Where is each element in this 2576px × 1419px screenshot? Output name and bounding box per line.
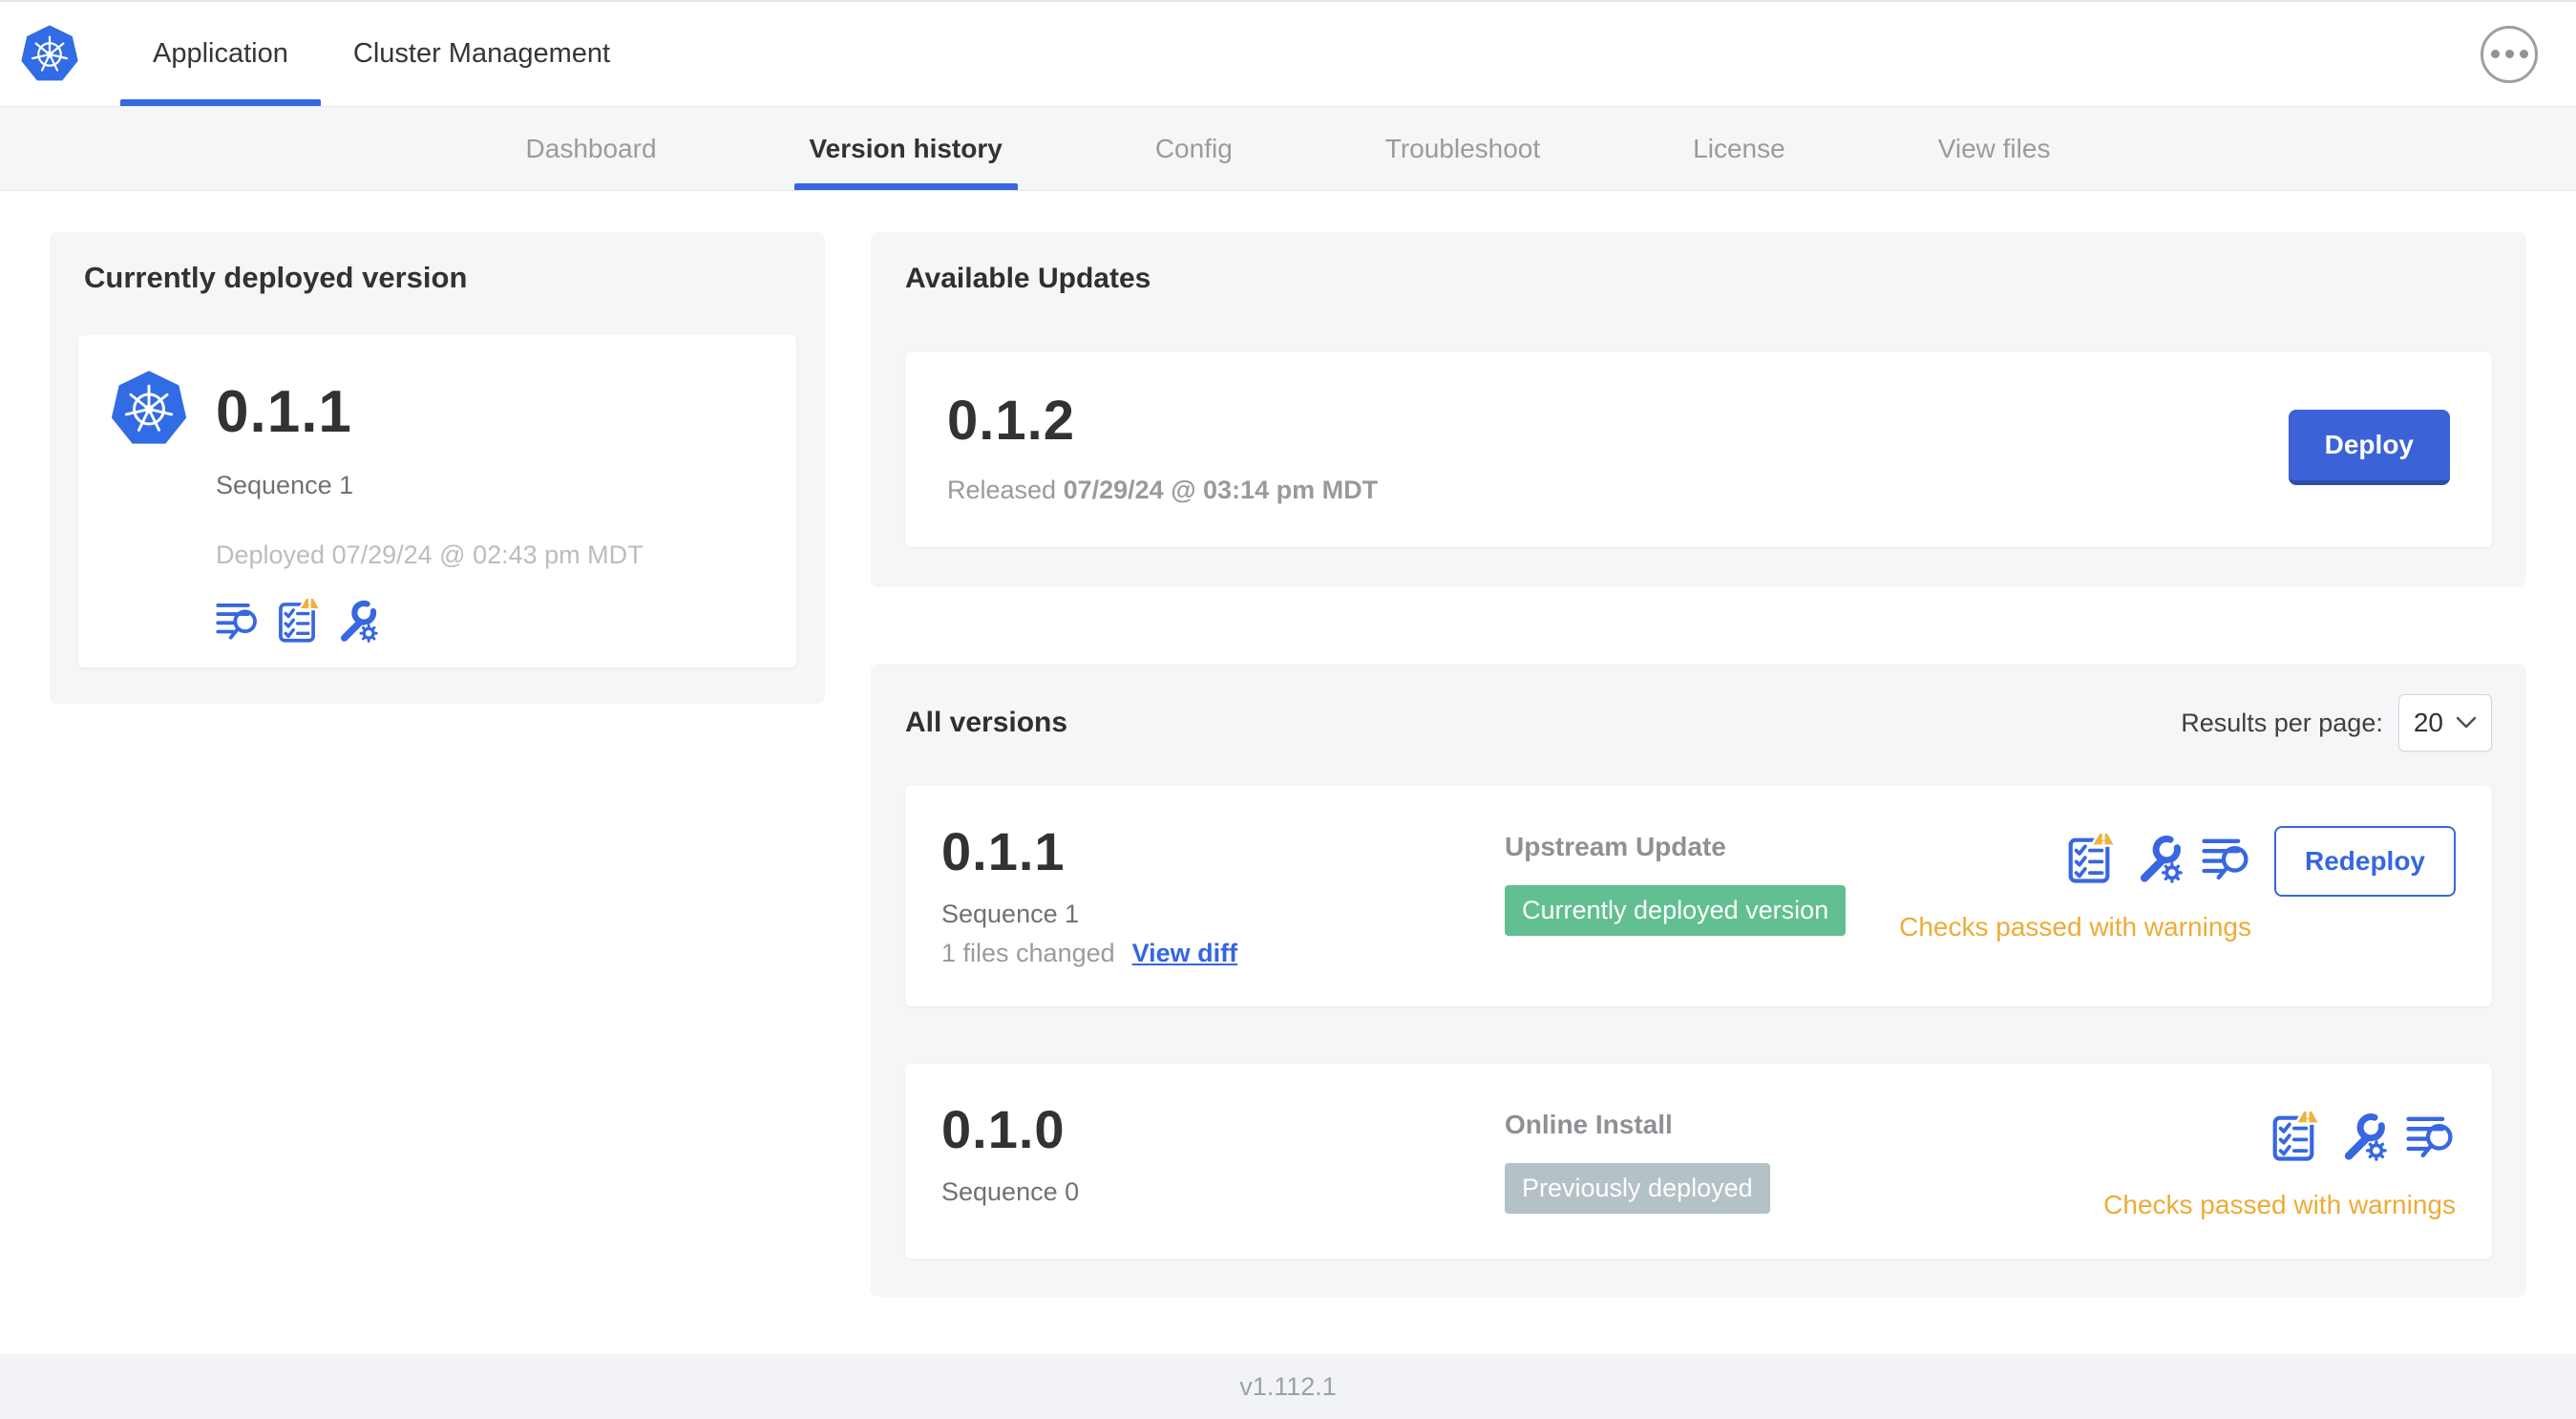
- subnav-troubleshoot[interactable]: Troubleshoot: [1370, 107, 1555, 190]
- diff-view-icon[interactable]: [2406, 1112, 2456, 1161]
- deployed-version-panel: 0.1.1 Sequence 1 Deployed 07/29/24 @ 02:…: [78, 335, 796, 667]
- kubernetes-logo-icon: [19, 23, 80, 86]
- available-updates-title: Available Updates: [905, 263, 1151, 294]
- right-column: Available Updates 0.1.2 Released 07/29/2…: [871, 232, 2526, 1297]
- redeploy-button[interactable]: Redeploy: [2273, 826, 2456, 897]
- version-row: 0.1.1 Sequence 1 1 files changed View di…: [905, 786, 2492, 1006]
- tab-application-label: Application: [153, 38, 288, 69]
- version-number: 0.1.1: [941, 821, 1066, 881]
- version-status-badge: Currently deployed version: [1505, 885, 1847, 936]
- tab-cluster-management[interactable]: Cluster Management: [321, 2, 643, 106]
- all-versions-title: All versions: [905, 707, 1068, 738]
- version-sequence: Sequence 1: [941, 900, 1080, 928]
- version-actions: Checks passed with warnings Redeploy: [1899, 820, 2456, 942]
- all-versions-card: All versions Results per page: 20 0.1.1 …: [871, 664, 2526, 1297]
- view-diff-link[interactable]: View diff: [1132, 939, 1238, 968]
- files-changed-row: 1 files changed View diff: [941, 939, 1505, 968]
- results-per-page-select[interactable]: 20: [2397, 694, 2492, 752]
- version-sequence: Sequence 0: [941, 1177, 1080, 1206]
- app-subnav: Dashboard Version history Config Trouble…: [0, 107, 2576, 191]
- subnav-config[interactable]: Config: [1140, 107, 1248, 190]
- ellipsis-menu-button[interactable]: [2481, 25, 2538, 83]
- version-number: 0.1.0: [941, 1099, 1066, 1159]
- app-header: Application Cluster Management: [0, 2, 2576, 107]
- released-date: 07/29/24 @ 03:14 pm MDT: [1063, 476, 1379, 504]
- currently-deployed-card: Currently deployed version 0.1.1 Sequenc…: [50, 232, 825, 704]
- page: Application Cluster Management Dashboard…: [0, 0, 2576, 1419]
- tab-application[interactable]: Application: [120, 2, 321, 106]
- version-source-type: Online Install: [1505, 1110, 1673, 1139]
- main-content: Currently deployed version 0.1.1 Sequenc…: [0, 191, 2576, 1354]
- version-source-type: Upstream Update: [1505, 832, 1726, 861]
- released-prefix: Released: [947, 476, 1057, 504]
- deployed-timestamp: Deployed 07/29/24 @ 02:43 pm MDT: [216, 540, 644, 569]
- files-changed-count: 1 files changed: [941, 939, 1115, 967]
- version-info: 0.1.1 Sequence 1 1 files changed View di…: [941, 820, 1505, 968]
- subnav-license-label: License: [1693, 133, 1785, 163]
- config-edit-icon[interactable]: [334, 599, 378, 643]
- active-subnav-underline: [793, 183, 1018, 190]
- config-edit-icon[interactable]: [2337, 1112, 2387, 1161]
- subnav-view-files-label: View files: [1937, 133, 2051, 163]
- header-tabs: Application Cluster Management: [120, 2, 643, 106]
- chevron-down-icon: [2456, 716, 2477, 729]
- version-actions: Checks passed with warnings: [2103, 1098, 2456, 1220]
- subnav-config-label: Config: [1154, 133, 1233, 163]
- version-row: 0.1.0 Sequence 0 Online Install Previous…: [905, 1064, 2492, 1259]
- subnav-version-history-label: Version history: [809, 133, 1003, 163]
- results-per-page-label: Results per page:: [2181, 708, 2383, 737]
- app-footer: v1.112.1: [0, 1354, 2576, 1419]
- currently-deployed-title: Currently deployed version: [84, 261, 468, 294]
- console-version: v1.112.1: [1239, 1371, 1337, 1401]
- preflight-checks-warning-icon[interactable]: [2269, 1112, 2318, 1161]
- version-source-block: Upstream Update Currently deployed versi…: [1505, 820, 1880, 936]
- diff-view-icon[interactable]: [216, 599, 260, 643]
- diff-view-icon[interactable]: [2202, 834, 2251, 883]
- update-released-timestamp: Released 07/29/24 @ 03:14 pm MDT: [947, 476, 1378, 505]
- results-per-page: Results per page: 20: [2181, 694, 2492, 752]
- all-versions-header: All versions Results per page: 20: [905, 694, 2492, 752]
- deployed-sequence: Sequence 1: [216, 471, 354, 499]
- preflight-checks-warning-icon[interactable]: [2064, 834, 2114, 883]
- available-updates-card: Available Updates 0.1.2 Released 07/29/2…: [871, 232, 2526, 587]
- subnav-dashboard[interactable]: Dashboard: [511, 107, 672, 190]
- ellipsis-dot: [2519, 50, 2528, 58]
- subnav-view-files[interactable]: View files: [1923, 107, 2066, 190]
- tab-cluster-management-label: Cluster Management: [352, 38, 611, 69]
- results-per-page-value: 20: [2413, 708, 2443, 737]
- subnav-license[interactable]: License: [1678, 107, 1801, 190]
- version-action-icons: [2064, 834, 2251, 883]
- version-info: 0.1.0 Sequence 0: [941, 1098, 1505, 1207]
- update-row: 0.1.2 Released 07/29/24 @ 03:14 pm MDT D…: [905, 352, 2492, 547]
- config-edit-icon[interactable]: [2133, 834, 2183, 883]
- version-source-block: Online Install Previously deployed: [1505, 1098, 2084, 1214]
- subnav-version-history[interactable]: Version history: [793, 107, 1018, 190]
- preflight-status-text: Checks passed with warnings: [2103, 1190, 2456, 1219]
- update-version-number: 0.1.2: [947, 390, 1075, 452]
- deploy-button[interactable]: Deploy: [2288, 409, 2450, 485]
- update-info: 0.1.2 Released 07/29/24 @ 03:14 pm MDT: [947, 389, 1378, 505]
- ellipsis-dot: [2504, 50, 2514, 58]
- subnav-troubleshoot-label: Troubleshoot: [1384, 133, 1541, 163]
- preflight-checks-warning-icon[interactable]: [275, 599, 319, 643]
- preflight-status-text: Checks passed with warnings: [1899, 912, 2251, 942]
- ellipsis-dot: [2490, 50, 2500, 58]
- version-status-badge: Previously deployed: [1505, 1163, 1770, 1214]
- app-kubernetes-logo-icon: [109, 368, 189, 455]
- brand: [19, 2, 80, 106]
- active-tab-underline: [120, 99, 321, 106]
- subnav-dashboard-label: Dashboard: [525, 133, 657, 163]
- deployed-version-number: 0.1.1: [216, 378, 352, 445]
- deployed-action-icons: [216, 599, 766, 643]
- version-action-icons: [2269, 1112, 2456, 1161]
